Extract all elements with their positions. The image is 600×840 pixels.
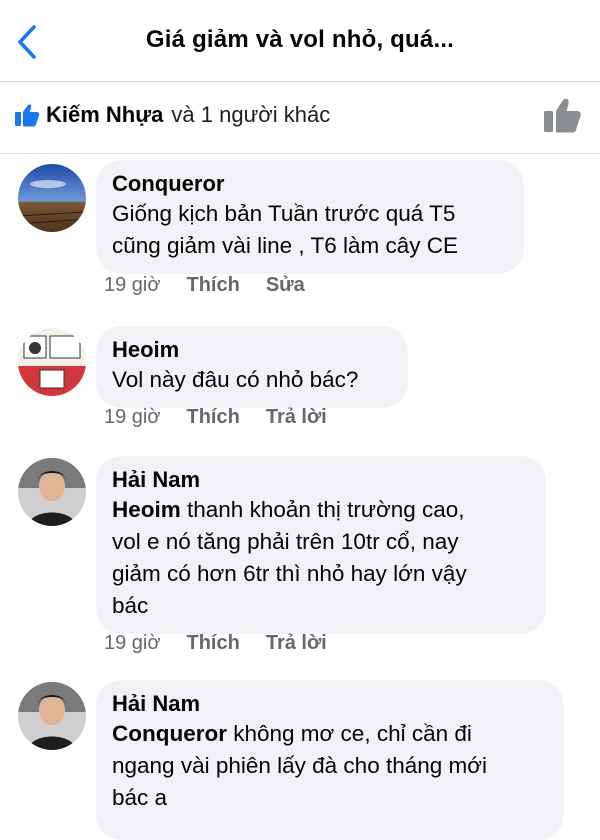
comment-text: Giống kịch bản Tuần trước quá T5 cũng gi…	[112, 201, 458, 258]
liker-name[interactable]: Kiếm Nhựa	[46, 102, 163, 128]
post-title: Giá giảm và vol nhỏ, quá...	[145, 26, 455, 53]
comment-author[interactable]: Hải Nam	[112, 690, 546, 718]
thumbs-up-icon	[15, 104, 40, 127]
mention-link[interactable]: Heoim	[112, 497, 181, 522]
top-navigation-bar: Giá giảm và vol nhỏ, quá...	[0, 0, 600, 82]
comment-time: 19 giờ	[104, 274, 161, 296]
avatar[interactable]	[18, 164, 86, 232]
like-comment-button[interactable]: Thích	[186, 632, 239, 655]
comment-bubble: Hải Nam Conqueror không mơ ce, chỉ cần đ…	[96, 680, 564, 840]
edit-comment-button[interactable]: Sửa	[266, 274, 305, 297]
likes-summary[interactable]: Kiếm Nhựa và 1 người khác	[14, 102, 330, 128]
comment-bubble: Heoim Vol này đâu có nhỏ bác?	[96, 326, 408, 408]
comment-bubble: Conqueror Giống kịch bản Tuần trước quá …	[96, 160, 524, 274]
comment-author[interactable]: Hải Nam	[112, 466, 528, 494]
like-post-button[interactable]	[542, 96, 584, 138]
comment-meta: 19 giờ Thích Sửa	[104, 274, 331, 297]
thumbs-up-outline-icon	[544, 98, 581, 133]
person-avatar-image	[18, 682, 86, 750]
comment-author[interactable]: Conqueror	[112, 170, 506, 198]
like-comment-button[interactable]: Thích	[186, 274, 239, 297]
avatar[interactable]	[18, 328, 86, 396]
comment-bubble: Hải Nam Heoim thanh khoản thị trường cao…	[96, 456, 546, 634]
comment-text: Heoim thanh khoản thị trường cao, vol e …	[112, 494, 528, 622]
comment-time: 19 giờ	[104, 632, 161, 654]
comment-text: Vol này đâu có nhỏ bác?	[112, 367, 359, 392]
comment-author[interactable]: Heoim	[112, 336, 390, 364]
landscape-avatar-image	[18, 164, 86, 232]
avatar[interactable]	[18, 458, 86, 526]
like-comment-button[interactable]: Thích	[186, 406, 239, 429]
avatar[interactable]	[18, 682, 86, 750]
reactions-bar: Kiếm Nhựa và 1 người khác	[0, 82, 600, 154]
person-avatar-image	[18, 458, 86, 526]
reply-comment-button[interactable]: Trả lời	[266, 406, 327, 429]
comment-time: 19 giờ	[104, 406, 161, 428]
others-count: và 1 người khác	[171, 102, 331, 127]
mention-link[interactable]: Conqueror	[112, 721, 227, 746]
comment-meta: 19 giờ Thích Trả lời	[104, 406, 353, 429]
comment-meta: 19 giờ Thích Trả lời	[104, 632, 353, 655]
comic-avatar-image	[18, 328, 86, 396]
chevron-left-icon	[18, 25, 36, 59]
back-button[interactable]	[10, 20, 44, 64]
reply-comment-button[interactable]: Trả lời	[266, 632, 327, 655]
